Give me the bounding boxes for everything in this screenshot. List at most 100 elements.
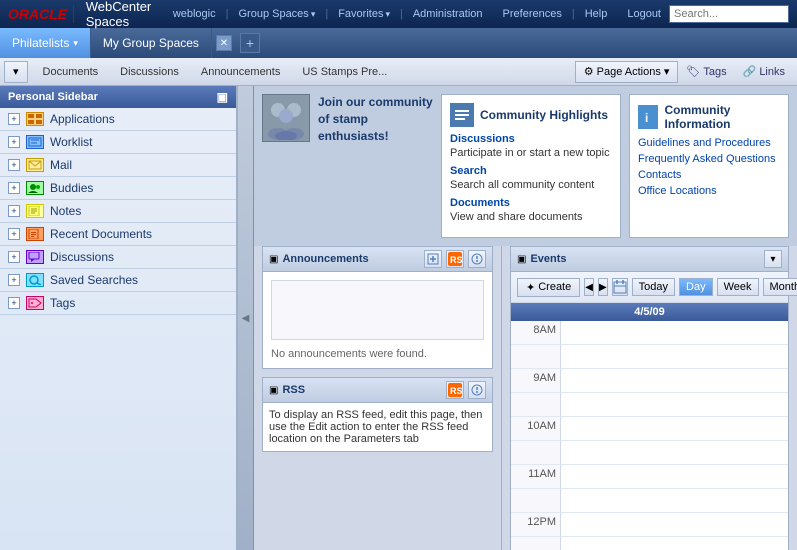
time-label-8am: 8AM bbox=[511, 321, 561, 344]
events-collapse-icon[interactable]: ▣ bbox=[517, 254, 526, 265]
page-actions-button[interactable]: ⚙ Page Actions ▾ bbox=[575, 61, 679, 83]
nav-sep-5: | bbox=[572, 8, 575, 20]
info-link-contacts[interactable]: Contacts bbox=[638, 169, 780, 181]
highlight-link-search[interactable]: Search bbox=[450, 165, 612, 177]
sidebar-item-recent-documents[interactable]: + Recent Documents bbox=[0, 223, 236, 246]
personal-sidebar: Personal Sidebar ▣ + Applications + Work… bbox=[0, 86, 238, 550]
community-info-panel: i Community Information Guidelines and P… bbox=[629, 94, 789, 238]
sub-tab-us-stamps[interactable]: US Stamps Pre... bbox=[291, 61, 398, 83]
sidebar-item-applications[interactable]: + Applications bbox=[0, 108, 236, 131]
announcements-title: Announcements bbox=[282, 253, 368, 265]
sub-tab-documents[interactable]: Documents bbox=[32, 61, 110, 83]
highlight-desc-discussions: Participate in or start a new topic bbox=[450, 147, 612, 159]
time-content-11am-half bbox=[561, 489, 788, 512]
announcements-options-button[interactable] bbox=[468, 250, 486, 268]
events-month-view-button[interactable]: Month bbox=[763, 278, 797, 296]
links-button[interactable]: 🔗 Links bbox=[735, 61, 793, 83]
svg-text:RSS: RSS bbox=[450, 386, 462, 396]
add-tab-button[interactable]: + bbox=[240, 33, 260, 53]
announcements-new-button[interactable] bbox=[424, 250, 442, 268]
sidebar-item-worklist[interactable]: + Worklist bbox=[0, 131, 236, 154]
highlights-title-icon bbox=[450, 103, 474, 127]
sidebar-item-buddies[interactable]: + Buddies bbox=[0, 177, 236, 200]
mail-icon bbox=[26, 158, 44, 172]
info-link-guidelines[interactable]: Guidelines and Procedures bbox=[638, 137, 780, 149]
sidebar-item-tags[interactable]: + Tags bbox=[0, 292, 236, 315]
rss-collapse-icon[interactable]: ▣ bbox=[269, 385, 278, 396]
events-create-button[interactable]: ✦ Create bbox=[517, 278, 580, 297]
sidebar-item-notes[interactable]: + Notes bbox=[0, 200, 236, 223]
events-calendar-icon[interactable] bbox=[612, 278, 628, 296]
events-week-view-button[interactable]: Week bbox=[717, 278, 759, 296]
highlights-title-text: Community Highlights bbox=[480, 108, 608, 122]
nav-sep-1: | bbox=[226, 8, 229, 20]
sidebar-toggle-button[interactable]: ◀ bbox=[238, 86, 254, 550]
time-content-12pm bbox=[561, 513, 788, 536]
highlight-link-documents[interactable]: Documents bbox=[450, 197, 612, 209]
announcements-collapse-icon[interactable]: ▣ bbox=[269, 254, 278, 265]
nav-link-help[interactable]: Help bbox=[577, 5, 616, 23]
nav-link-logout[interactable]: Logout bbox=[619, 5, 669, 23]
sub-nav-dropdown[interactable]: ▾ bbox=[4, 61, 28, 83]
sidebar-toggle-icon: ◀ bbox=[242, 313, 250, 324]
global-search-input[interactable] bbox=[669, 5, 789, 23]
announcements-header-left: ▣ Announcements bbox=[269, 253, 369, 265]
links-icon: 🔗 bbox=[743, 65, 757, 78]
discussions-icon bbox=[26, 250, 44, 264]
time-label-9am-half bbox=[511, 393, 561, 416]
tab-my-group-spaces[interactable]: My Group Spaces bbox=[91, 28, 212, 58]
info-link-office-locations[interactable]: Office Locations bbox=[638, 185, 780, 197]
expand-icon-mail: + bbox=[8, 159, 20, 171]
tab-bar: Philatelists ▾ My Group Spaces ✕ + bbox=[0, 28, 797, 58]
events-day-view-button[interactable]: Day bbox=[679, 278, 713, 296]
svg-text:i: i bbox=[645, 111, 648, 125]
recent-documents-icon bbox=[26, 227, 44, 241]
tab-close-button[interactable]: ✕ bbox=[216, 35, 232, 51]
nav-link-administration[interactable]: Administration bbox=[405, 5, 491, 23]
sub-tab-announcements[interactable]: Announcements bbox=[190, 61, 292, 83]
product-name: WebCenter Spaces bbox=[86, 0, 155, 29]
time-row-9am: 9AM bbox=[511, 369, 788, 393]
announcements-rss-button[interactable]: RSS bbox=[446, 250, 464, 268]
announcements-body: No announcements were found. bbox=[263, 272, 492, 368]
sidebar-item-mail[interactable]: + Mail bbox=[0, 154, 236, 177]
rss-description: To display an RSS feed, edit this page, … bbox=[263, 403, 492, 451]
highlight-desc-search: Search all community content bbox=[450, 179, 612, 191]
tags-icon: 🏷 bbox=[686, 65, 700, 78]
sidebar-item-saved-searches[interactable]: + Saved Searches bbox=[0, 269, 236, 292]
tags-button[interactable]: 🏷 Tags bbox=[678, 61, 734, 83]
right-content-area: Join our community of stamp enthusiasts!… bbox=[254, 86, 797, 550]
nav-links-container: weblogic | Group Spaces ▾ | Favorites ▾ … bbox=[165, 5, 669, 23]
page-actions-arrow: ▾ bbox=[664, 65, 670, 78]
announcements-empty-message: No announcements were found. bbox=[271, 348, 427, 360]
events-today-button[interactable]: Today bbox=[632, 278, 675, 296]
saved-searches-icon bbox=[26, 273, 44, 287]
events-prev-button[interactable]: ◀ bbox=[584, 278, 594, 296]
nav-link-weblogic[interactable]: weblogic bbox=[165, 5, 224, 23]
nav-link-favorites[interactable]: Favorites ▾ bbox=[330, 5, 398, 23]
time-row-12pm: 12PM bbox=[511, 513, 788, 537]
events-options-icon[interactable]: ▾ bbox=[764, 250, 782, 268]
nav-link-preferences[interactable]: Preferences bbox=[495, 5, 570, 23]
rss-options-button[interactable] bbox=[468, 381, 486, 399]
notes-icon bbox=[26, 204, 44, 218]
info-title-text: Community Information bbox=[664, 103, 780, 131]
announcements-text-area bbox=[271, 280, 484, 340]
sub-tab-discussions[interactable]: Discussions bbox=[109, 61, 190, 83]
sidebar-item-discussions[interactable]: + Discussions bbox=[0, 246, 236, 269]
announcements-panel: ▣ Announcements RSS bbox=[262, 246, 493, 369]
rss-title: RSS bbox=[282, 384, 305, 396]
time-label-9am: 9AM bbox=[511, 369, 561, 392]
events-time-grid: 8AM 9AM bbox=[511, 321, 788, 550]
nav-link-group-spaces[interactable]: Group Spaces ▾ bbox=[230, 5, 323, 23]
rss-feed-button[interactable]: RSS bbox=[446, 381, 464, 399]
events-next-button[interactable]: ▶ bbox=[598, 278, 608, 296]
highlight-link-discussions[interactable]: Discussions bbox=[450, 133, 612, 145]
sidebar-collapse-button[interactable]: ▣ bbox=[217, 90, 228, 104]
philatelists-tab-arrow: ▾ bbox=[73, 38, 78, 49]
tab-philatelists[interactable]: Philatelists ▾ bbox=[0, 28, 91, 58]
time-content-8am bbox=[561, 321, 788, 344]
events-header-left: ▣ Events bbox=[517, 253, 567, 265]
highlights-panel-title: Community Highlights bbox=[450, 103, 612, 127]
info-link-faq[interactable]: Frequently Asked Questions bbox=[638, 153, 780, 165]
